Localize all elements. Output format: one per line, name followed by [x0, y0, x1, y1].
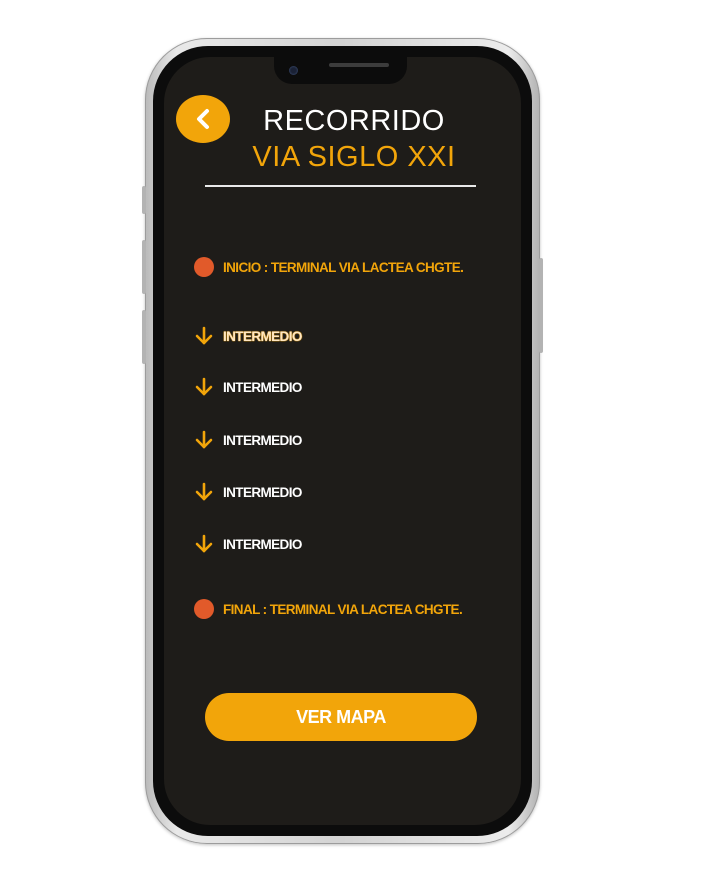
phone-frame: RECORRIDO VIA SIGLO XXI INICIO : TERMINA…: [142, 38, 543, 844]
route-end-label: FINAL : TERMINAL VIA LACTEA CHGTE.: [223, 601, 463, 617]
title-divider: [205, 185, 476, 187]
view-map-button[interactable]: VER MAPA: [205, 693, 477, 741]
phone-notch: [274, 57, 407, 84]
route-intermediate-label: INTERMEDIO: [223, 379, 302, 395]
arrow-down-icon: [195, 326, 213, 345]
arrow-down-icon: [195, 482, 213, 501]
route-intermediate-item: INTERMEDIO: [194, 480, 302, 504]
back-button[interactable]: [176, 95, 230, 143]
phone-side-button: [142, 186, 146, 214]
route-intermediate-label: INTERMEDIO: [223, 536, 302, 552]
dot-icon: [194, 257, 214, 277]
arrow-down-icon: [195, 430, 213, 449]
dot-icon: [194, 599, 214, 619]
arrow-down-icon: [195, 377, 213, 396]
route-name: VIA SIGLO XXI: [252, 141, 456, 173]
page-title: RECORRIDO: [263, 105, 445, 137]
phone-power-button: [539, 258, 543, 353]
front-camera-icon: [289, 66, 298, 75]
phone-volume-up-button: [142, 240, 146, 294]
route-end-item: FINAL : TERMINAL VIA LACTEA CHGTE.: [194, 597, 463, 621]
app-screen: RECORRIDO VIA SIGLO XXI INICIO : TERMINA…: [164, 57, 521, 825]
route-start-label: INICIO : TERMINAL VIA LACTEA CHGTE.: [223, 259, 464, 275]
route-intermediate-label: INTERMEDIO: [223, 432, 302, 448]
route-intermediate-label: INTERMEDIO: [223, 328, 302, 344]
chevron-left-icon: [197, 109, 209, 129]
route-intermediate-item: INTERMEDIO: [194, 532, 302, 556]
route-intermediate-item: INTERMEDIO: [194, 375, 302, 399]
route-intermediate-item: INTERMEDIO: [194, 324, 302, 348]
speaker-grille: [329, 63, 389, 67]
route-intermediate-item: INTERMEDIO: [194, 428, 302, 452]
arrow-down-icon: [195, 534, 213, 553]
view-map-button-label: VER MAPA: [296, 706, 386, 727]
phone-volume-down-button: [142, 310, 146, 364]
route-start-item: INICIO : TERMINAL VIA LACTEA CHGTE.: [194, 255, 464, 279]
route-intermediate-label: INTERMEDIO: [223, 484, 302, 500]
